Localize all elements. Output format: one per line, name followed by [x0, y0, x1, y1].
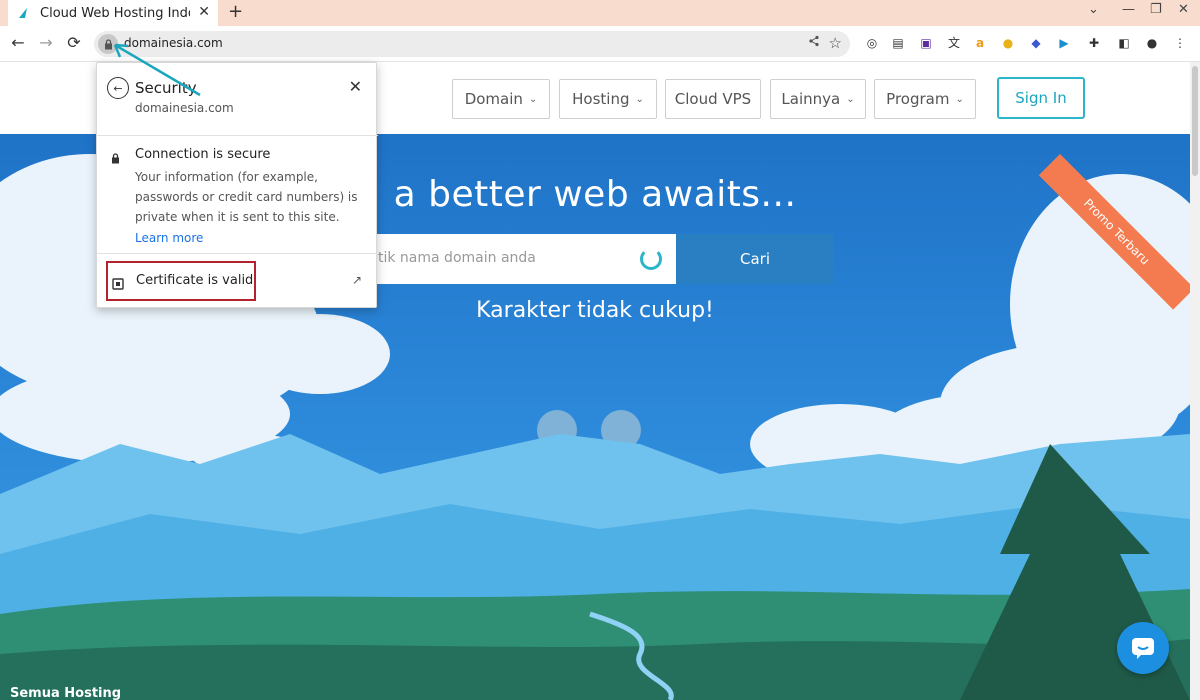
close-icon[interactable]: ✕: [349, 77, 362, 96]
certificate-label: Certificate is valid: [136, 273, 254, 288]
tab-close-icon[interactable]: ✕: [198, 4, 210, 20]
bookmark-star-icon[interactable]: ☆: [829, 34, 842, 52]
popup-domain: domainesia.com: [135, 101, 234, 115]
minimize-icon[interactable]: —: [1122, 2, 1135, 17]
forward-icon[interactable]: →: [36, 33, 56, 52]
tab-title: Cloud Web Hosting Indo: [40, 5, 190, 21]
maximize-icon[interactable]: ❐: [1150, 2, 1162, 17]
back-icon[interactable]: ←: [8, 33, 28, 52]
tab-search-icon[interactable]: ⌄: [1088, 2, 1099, 17]
amazon-extension-icon[interactable]: a: [972, 35, 988, 51]
nav-lainnya[interactable]: Lainnya ⌄: [770, 79, 866, 119]
learn-more-link[interactable]: Learn more: [135, 231, 203, 245]
loading-spinner-icon: [640, 248, 662, 270]
chevron-down-icon: ⌄: [846, 93, 855, 105]
extensions-puzzle-icon[interactable]: ✚: [1086, 35, 1102, 51]
domain-search-input[interactable]: tik nama domain anda: [376, 234, 676, 284]
nav-program-label: Program: [886, 90, 950, 108]
share-icon[interactable]: [808, 35, 820, 51]
chevron-down-icon: ⌄: [955, 93, 964, 105]
nav-hosting-label: Hosting: [572, 90, 630, 108]
profile-avatar-icon[interactable]: ●: [1144, 35, 1160, 51]
tab-strip: Cloud Web Hosting Indo ✕ + ⌄ — ❐ ✕: [0, 0, 1200, 26]
divider: [97, 135, 378, 136]
reload-icon[interactable]: ⟳: [64, 33, 84, 52]
new-tab-button[interactable]: +: [228, 1, 243, 22]
search-placeholder: tik nama domain anda: [378, 250, 536, 266]
screenshot-extension-icon[interactable]: ◎: [864, 35, 880, 51]
nav-hosting[interactable]: Hosting ⌄: [559, 79, 657, 119]
nav-domain[interactable]: Domain ⌄: [452, 79, 550, 119]
bottom-hosting-tag[interactable]: Semua Hosting: [0, 682, 200, 700]
sign-in-button[interactable]: Sign In: [997, 77, 1085, 119]
chat-widget-button[interactable]: [1117, 622, 1169, 674]
chevron-down-icon: ⌄: [528, 93, 538, 105]
certificate-valid-item[interactable]: Certificate is valid: [106, 261, 256, 301]
site-favicon-icon: [16, 6, 30, 20]
chevron-down-icon: ⌄: [635, 93, 644, 105]
connection-description: Your information (for example, passwords…: [135, 170, 358, 224]
lock-icon: [111, 149, 120, 168]
divider: [97, 253, 378, 254]
scrollbar-thumb[interactable]: [1192, 66, 1198, 176]
nav-lainnya-label: Lainnya: [781, 90, 841, 108]
translate-extension-icon[interactable]: 文: [946, 35, 962, 51]
menu-kebab-icon[interactable]: ⋮: [1172, 35, 1188, 51]
certificate-icon: [112, 275, 124, 294]
bottom-hosting-label: Semua Hosting: [10, 686, 122, 700]
browser-tab[interactable]: Cloud Web Hosting Indo ✕: [8, 0, 218, 26]
playlist-extension-icon[interactable]: ▶: [1056, 35, 1072, 51]
chat-bubble-icon: [1132, 638, 1154, 659]
search-button[interactable]: Cari: [676, 234, 834, 284]
external-link-icon[interactable]: ↗: [352, 273, 362, 287]
connection-secure-label: Connection is secure: [135, 147, 271, 162]
reader-extension-icon[interactable]: ▤: [890, 35, 906, 51]
nav-program[interactable]: Program ⌄: [874, 79, 976, 119]
puzzle-colored-extension-icon[interactable]: ◆: [1028, 35, 1044, 51]
side-panel-icon[interactable]: ◧: [1116, 35, 1132, 51]
nav-domain-label: Domain: [464, 90, 523, 108]
annotation-arrow-icon: [113, 43, 201, 97]
coupon-extension-icon[interactable]: ●: [1000, 35, 1016, 51]
nav-cloud-vps[interactable]: Cloud VPS: [665, 79, 761, 119]
close-window-icon[interactable]: ✕: [1178, 2, 1189, 17]
media-extension-icon[interactable]: ▣: [918, 35, 934, 51]
nav-cloud-vps-label: Cloud VPS: [674, 90, 752, 108]
